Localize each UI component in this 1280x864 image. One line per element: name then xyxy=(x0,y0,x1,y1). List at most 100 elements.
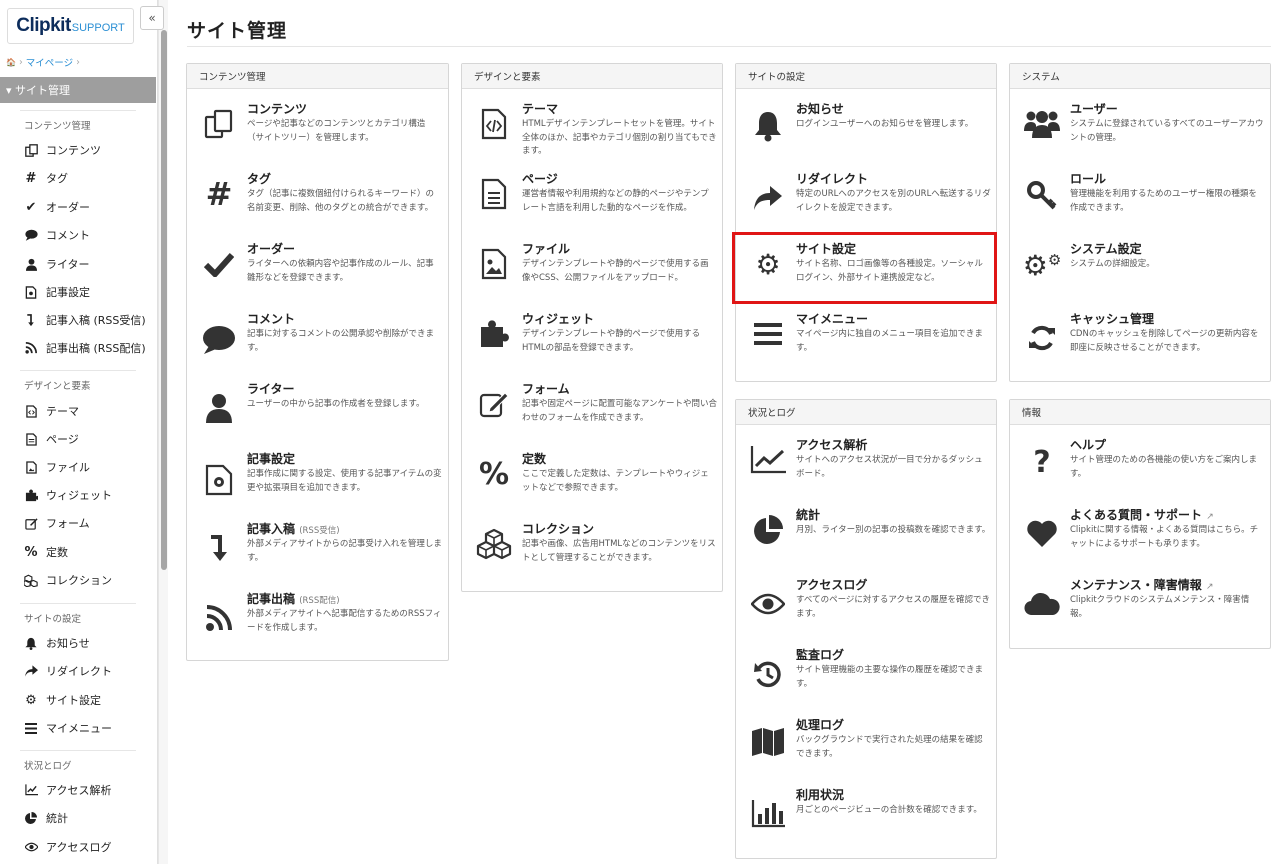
sidebar-scrollbar[interactable] xyxy=(158,0,168,864)
item-title[interactable]: システム設定 xyxy=(1070,240,1142,257)
item-title[interactable]: キャッシュ管理 xyxy=(1070,310,1154,327)
item-constants[interactable]: % 定数 ここで定義した定数は、テンプレートやウィジェットなどで参照できます。 xyxy=(462,450,722,512)
item-title[interactable]: フォーム xyxy=(522,380,570,397)
item-file[interactable]: ファイル デザインテンプレートや静的ページで使用する画像やCSS、公開ファイルを… xyxy=(462,240,722,302)
item-access-log[interactable]: アクセスログ すべてのページに対するアクセスの履歴を確認できます。 xyxy=(736,576,996,638)
item-access-analysis[interactable]: アクセス解析 サイトへのアクセス状況が一目で分かるダッシュボード。 xyxy=(736,436,996,498)
sidebar-item-tags[interactable]: # タグ xyxy=(24,168,68,188)
sidebar-item-page[interactable]: ページ xyxy=(24,429,79,449)
item-widget[interactable]: ウィジェット デザインテンプレートや静的ページで使用するHTMLの部品を登録でき… xyxy=(462,310,722,372)
item-redirect[interactable]: リダイレクト 特定のURLへのアクセスを別のURLへ転送するリダイレクトを設定で… xyxy=(736,170,996,232)
sidebar-item-form[interactable]: フォーム xyxy=(24,513,90,533)
item-collection[interactable]: コレクション 記事や画像、広告用HTMLなどのコンテンツをリストとして管理するこ… xyxy=(462,520,722,582)
item-title[interactable]: アクセス解析 xyxy=(796,436,867,453)
item-title[interactable]: テーマ xyxy=(522,100,558,117)
item-title[interactable]: コレクション xyxy=(522,520,594,537)
item-title[interactable]: ユーザー xyxy=(1070,100,1118,117)
panel-site-settings: サイトの設定 お知らせ ログインユーザーへのお知らせを管理します。 リダイレクト… xyxy=(735,63,997,382)
item-title[interactable]: 処理ログ xyxy=(796,716,844,733)
item-orders[interactable]: オーダー ライターへの依頼内容や記事作成のルール、記事雛形などを登録できます。 xyxy=(187,240,448,300)
item-form[interactable]: フォーム 記事や固定ページに配置可能なアンケートや問い合わせのフォームを作成でき… xyxy=(462,380,722,442)
sidebar-item-my-menu[interactable]: マイメニュー xyxy=(24,718,112,738)
item-title[interactable]: ロール xyxy=(1070,170,1106,187)
item-page[interactable]: ページ 運営者情報や利用規約などの静的ページやテンプレート言語を利用した動的なペ… xyxy=(462,170,722,232)
item-title[interactable]: オーダー xyxy=(247,240,295,257)
item-tags[interactable]: # タグ タグ（記事に複数個紐付けられるキーワード）の名前変更、削除、他のタグと… xyxy=(187,170,448,230)
item-rss-deliver[interactable]: 記事出稿 (RSS配信) 外部メディアサイトへ記事配信するためのRSSフィードを… xyxy=(187,590,448,650)
sidebar-item-redirect[interactable]: リダイレクト xyxy=(24,661,112,681)
item-title[interactable]: ファイル xyxy=(522,240,570,257)
home-icon[interactable]: 🏠 xyxy=(6,58,16,67)
item-title[interactable]: 定数 xyxy=(522,450,546,467)
item-maintenance[interactable]: メンテナンス・障害情報 ↗ Clipkitクラウドのシステムメンテンス・障害情報… xyxy=(1010,576,1270,638)
item-title[interactable]: ヘルプ xyxy=(1070,436,1106,453)
sidebar-item-article-settings[interactable]: 記事設定 xyxy=(24,282,90,302)
sidebar-item-access-analysis[interactable]: アクセス解析 xyxy=(24,780,111,800)
sidebar-item-label: 記事出稿 (RSS配信) xyxy=(46,342,146,355)
item-title[interactable]: ページ xyxy=(522,170,558,187)
item-title[interactable]: メンテナンス・障害情報 ↗ xyxy=(1070,576,1214,593)
item-theme[interactable]: テーマ HTMLデザインテンプレートセットを管理。サイト全体のほか、記事やカテゴ… xyxy=(462,100,722,162)
item-title[interactable]: ウィジェット xyxy=(522,310,594,327)
item-process-log[interactable]: 処理ログ バックグラウンドで実行された処理の結果を確認できます。 xyxy=(736,716,996,778)
file-gear-icon xyxy=(201,464,237,496)
item-title[interactable]: 記事出稿 (RSS配信) xyxy=(247,590,340,607)
item-title[interactable]: タグ xyxy=(247,170,271,187)
item-roles[interactable]: ロール 管理機能を利用するためのユーザー権限の種類を作成できます。 xyxy=(1010,170,1270,232)
sidebar-item-orders[interactable]: ✔ オーダー xyxy=(24,197,90,217)
sidebar-item-access-log[interactable]: アクセスログ xyxy=(24,837,111,857)
item-title[interactable]: マイメニュー xyxy=(796,310,868,327)
collapse-sidebar-button[interactable]: « xyxy=(140,6,164,30)
breadcrumb-mypage[interactable]: マイページ xyxy=(26,55,73,69)
file-code-icon xyxy=(476,108,512,140)
sidebar-item-collection[interactable]: コレクション xyxy=(24,570,112,590)
hashtag-icon: # xyxy=(205,175,233,213)
sidebar-item-constants[interactable]: % 定数 xyxy=(24,542,68,562)
sidebar-item-rss-deliver[interactable]: 記事出稿 (RSS配信) xyxy=(24,338,146,358)
item-title[interactable]: 記事入稿 (RSS受信) xyxy=(247,520,340,537)
item-faq-support[interactable]: よくある質問・サポート ↗ Clipkitに関する情報・よくある質問はこちら。チ… xyxy=(1010,506,1270,568)
sidebar-item-file[interactable]: ファイル xyxy=(24,457,90,477)
item-usage[interactable]: 利用状況 月ごとのページビューの合計数を確認できます。 xyxy=(736,786,996,848)
item-cache[interactable]: キャッシュ管理 CDNのキャッシュを削除してページの更新内容を即座に反映させるこ… xyxy=(1010,310,1270,372)
sidebar-item-widget[interactable]: ウィジェット xyxy=(24,485,112,505)
sidebar-item-writers[interactable]: ライター xyxy=(24,254,90,274)
sidebar-item-notices[interactable]: お知らせ xyxy=(24,633,90,653)
item-writers[interactable]: ライター ユーザーの中から記事の作成者を登録します。 xyxy=(187,380,448,440)
item-title[interactable]: よくある質問・サポート ↗ xyxy=(1070,506,1214,523)
item-notices[interactable]: お知らせ ログインユーザーへのお知らせを管理します。 xyxy=(736,100,996,162)
item-my-menu[interactable]: マイメニュー マイページ内に独自のメニュー項目を追加できます。 xyxy=(736,310,996,372)
sidebar-item-contents[interactable]: コンテンツ xyxy=(24,140,101,160)
item-article-settings[interactable]: 記事設定 記事作成に関する設定、使用する記事アイテムの変更や拡張項目を追加できま… xyxy=(187,450,448,510)
refresh-icon xyxy=(1024,322,1060,354)
item-system-settings[interactable]: ⚙ ⚙ システム設定 システムの詳細設定。 xyxy=(1010,240,1270,302)
item-audit-log[interactable]: 監査ログ サイト管理機能の主要な操作の履歴を確認できます。 xyxy=(736,646,996,708)
item-title[interactable]: 利用状況 xyxy=(796,786,844,803)
item-title[interactable]: リダイレクト xyxy=(796,170,868,187)
item-title[interactable]: 監査ログ xyxy=(796,646,844,663)
puzzle-icon xyxy=(24,488,38,502)
sidebar-item-comments[interactable]: コメント xyxy=(24,225,90,245)
item-title[interactable]: コンテンツ xyxy=(247,100,307,117)
item-title[interactable]: 統計 xyxy=(796,506,820,523)
item-title[interactable]: アクセスログ xyxy=(796,576,867,593)
item-title[interactable]: 記事設定 xyxy=(247,450,295,467)
item-contents[interactable]: コンテンツ ページや記事などのコンテンツとカテゴリ構造（サイトツリー）を管理しま… xyxy=(187,100,448,160)
scrollbar-thumb[interactable] xyxy=(161,30,167,570)
item-description: すべてのページに対するアクセスの履歴を確認できます。 xyxy=(796,595,990,619)
item-title[interactable]: お知らせ xyxy=(796,100,844,117)
item-rss-receive[interactable]: 記事入稿 (RSS受信) 外部メディアサイトからの記事受け入れを管理します。 xyxy=(187,520,448,580)
sidebar-item-site-settings[interactable]: ⚙ サイト設定 xyxy=(24,690,101,710)
item-users[interactable]: ユーザー システムに登録されているすべてのユーザーアカウントの管理。 xyxy=(1010,100,1270,162)
item-comments[interactable]: コメント 記事に対するコメントの公開承認や削除ができます。 xyxy=(187,310,448,370)
item-help[interactable]: ? ヘルプ サイト管理のための各機能の使い方をご案内します。 xyxy=(1010,436,1270,498)
item-title[interactable]: コメント xyxy=(247,310,295,327)
item-description: 記事や固定ページに配置可能なアンケートや問い合わせのフォームを作成できます。 xyxy=(522,399,717,423)
logo[interactable]: Clipkit SUPPORT xyxy=(7,8,134,44)
sidebar-item-theme[interactable]: テーマ xyxy=(24,401,79,421)
sidebar-item-rss-receive[interactable]: 記事入稿 (RSS受信) xyxy=(24,310,146,330)
item-title[interactable]: ライター xyxy=(247,380,295,397)
sidebar-item-statistics[interactable]: 統計 xyxy=(24,808,68,828)
item-statistics[interactable]: 統計 月別、ライター別の記事の投稿数を確認できます。 xyxy=(736,506,996,568)
active-section-site-admin[interactable]: ▾ サイト管理 xyxy=(0,77,156,103)
